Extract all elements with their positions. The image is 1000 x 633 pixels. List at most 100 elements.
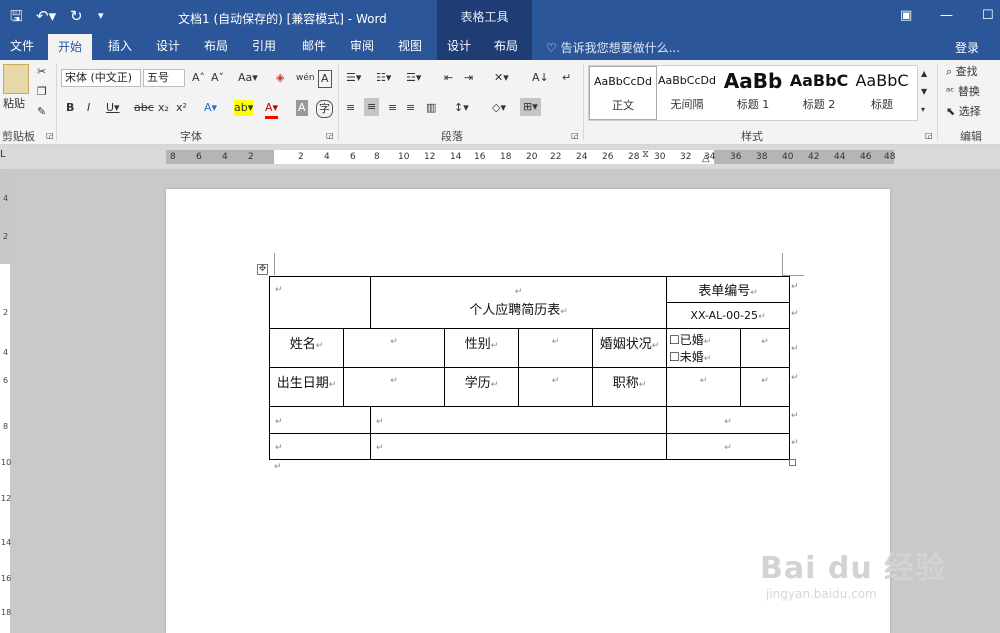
table-cell[interactable]: ↵ [740, 367, 791, 407]
styles-launcher-icon[interactable]: ◲ [925, 128, 933, 144]
gender-value-cell[interactable]: ↵ [518, 328, 594, 368]
form-number-value-cell[interactable]: XX-AL-00-25↵ [666, 302, 791, 329]
find-button[interactable]: ⌕ 查找 [946, 64, 978, 80]
format-painter-icon[interactable]: ✎ [37, 104, 46, 120]
increase-indent-icon[interactable]: ⇥ [464, 70, 473, 86]
title-label-cell[interactable]: 职称↵ [592, 367, 668, 407]
tab-selector-icon[interactable]: L [0, 149, 10, 161]
styles-scroll-down-icon[interactable]: ▼ [921, 84, 927, 100]
text-effects-icon[interactable]: A▾ [204, 100, 217, 116]
paste-button-label[interactable]: 粘贴 [3, 96, 25, 112]
tab-review[interactable]: 审阅 [340, 34, 384, 60]
marital-value-cell[interactable]: ↵ [740, 328, 791, 368]
numbering-icon[interactable]: ☷▾ [376, 70, 391, 86]
single-checkbox[interactable]: ☐未婚↵ [669, 348, 740, 365]
tab-insert[interactable]: 插入 [98, 34, 142, 60]
tab-table-design[interactable]: 设计 [437, 34, 484, 60]
align-center-icon[interactable]: ≡ [364, 98, 380, 116]
tab-mailings[interactable]: 邮件 [292, 34, 336, 60]
horizontal-ruler[interactable]: 8 6 4 2 2 4 6 8 10 12 14 16 18 20 22 24 … [166, 148, 895, 166]
clipboard-launcher-icon[interactable]: ◲ [46, 128, 54, 144]
borders-icon[interactable]: ⊞▾ [520, 98, 541, 116]
styles-scroll-up-icon[interactable]: ▲ [921, 66, 927, 82]
multilevel-list-icon[interactable]: ☲▾ [406, 70, 421, 86]
table-resize-handle[interactable] [789, 459, 796, 466]
gender-label-cell[interactable]: 性别↵ [444, 328, 520, 368]
married-checkbox[interactable]: ☐已婚↵ [669, 331, 740, 348]
title-value-cell[interactable]: ↵ [666, 367, 742, 407]
copy-icon[interactable]: ❐ [37, 84, 47, 100]
decrease-indent-icon[interactable]: ⇤ [444, 70, 453, 86]
customize-quick-access-icon[interactable]: ▾ [98, 7, 104, 25]
form-number-label-cell[interactable]: 表单编号↵ [666, 276, 791, 303]
align-right-icon[interactable]: ≡ [388, 100, 397, 116]
asian-layout-icon[interactable]: ✕▾ [494, 70, 509, 86]
name-value-cell[interactable]: ↵ [342, 328, 446, 368]
save-icon[interactable]: 🖫 [10, 7, 23, 25]
tab-view[interactable]: 视图 [388, 34, 432, 60]
font-color-icon[interactable]: A▾ [265, 100, 279, 119]
undo-icon[interactable]: ↶▾ [36, 7, 56, 25]
marital-label-cell[interactable]: 婚姻状况↵ [592, 328, 668, 368]
table-cell[interactable]: ↵ [268, 276, 372, 329]
vertical-ruler[interactable]: 4 2 2 4 6 8 10 12 14 16 18 [0, 172, 11, 633]
redo-icon[interactable]: ↻ [70, 7, 83, 25]
replace-button[interactable]: ᵃᶜ 替换 [946, 84, 980, 100]
character-shading-icon[interactable]: A [296, 100, 308, 116]
grow-font-icon[interactable]: A˄ [192, 70, 205, 86]
style-heading-2[interactable]: AaBbC 标题 2 [785, 66, 853, 120]
styles-more-icon[interactable]: ▾ [921, 102, 925, 118]
tell-me-search[interactable]: ♡ 告诉我您想要做什么... [546, 39, 680, 56]
maximize-icon[interactable]: ☐ [982, 8, 994, 23]
table-cell[interactable]: ↵ [268, 406, 372, 434]
form-title-cell[interactable]: ↵ 个人应聘简历表↵ [370, 276, 668, 329]
paragraph-launcher-icon[interactable]: ◲ [571, 128, 579, 144]
table-move-handle-icon[interactable]: ✥ [257, 264, 268, 275]
line-spacing-icon[interactable]: ↕▾ [454, 100, 469, 116]
shading-icon[interactable]: ◇▾ [492, 100, 506, 116]
font-name-dropdown[interactable]: 宋体 (中文正) [61, 69, 141, 87]
character-border-icon[interactable]: A [318, 70, 332, 88]
underline-icon[interactable]: U▾ [106, 100, 120, 116]
cut-icon[interactable]: ✂ [37, 64, 46, 80]
tab-references[interactable]: 引用 [242, 34, 286, 60]
highlight-color-icon[interactable]: ab▾ [234, 100, 254, 116]
bullets-icon[interactable]: ☰▾ [346, 70, 361, 86]
table-cell[interactable]: ↵ [666, 433, 791, 460]
distributed-icon[interactable]: ▥ [426, 100, 436, 116]
style-no-spacing[interactable]: AaBbCcDd 无间隔 [653, 66, 721, 120]
strikethrough-icon[interactable]: abc [134, 100, 154, 116]
font-size-dropdown[interactable]: 五号 [143, 69, 185, 87]
ribbon-display-options-icon[interactable]: ▣ [900, 8, 912, 23]
superscript-icon[interactable]: x² [176, 100, 187, 116]
font-launcher-icon[interactable]: ◲ [326, 128, 334, 144]
change-case-icon[interactable]: Aa▾ [238, 70, 258, 86]
align-left-icon[interactable]: ≡ [346, 100, 355, 116]
login-link[interactable]: 登录 [955, 39, 979, 56]
bold-icon[interactable]: B [66, 100, 74, 116]
table-cell[interactable]: ↵ [268, 433, 372, 460]
shrink-font-icon[interactable]: A˅ [211, 70, 224, 86]
tab-table-layout[interactable]: 布局 [484, 34, 532, 60]
birth-value-cell[interactable]: ↵ [342, 367, 446, 407]
enclose-characters-icon[interactable]: 字 [316, 100, 333, 118]
justify-icon[interactable]: ≡ [406, 100, 415, 116]
style-heading-1[interactable]: AaBb 标题 1 [719, 66, 787, 120]
right-indent-marker-icon[interactable]: △ [702, 152, 710, 166]
table-cell[interactable]: ↵ [370, 433, 668, 460]
table-cell[interactable]: ↵ [666, 406, 791, 434]
tab-file[interactable]: 文件 [0, 34, 44, 60]
education-value-cell[interactable]: ↵ [518, 367, 594, 407]
clear-formatting-icon[interactable]: ◈ [276, 70, 284, 86]
marital-options-cell[interactable]: ☐已婚↵ ☐未婚↵ [666, 328, 742, 368]
table-cell[interactable]: ↵ [370, 406, 668, 434]
paste-icon[interactable] [3, 64, 29, 94]
show-formatting-marks-icon[interactable]: ↵ [562, 70, 571, 86]
sort-icon[interactable]: A↓ [532, 70, 549, 86]
italic-icon[interactable]: I [87, 100, 90, 116]
minimize-icon[interactable]: — [940, 8, 953, 23]
subscript-icon[interactable]: x₂ [158, 100, 169, 116]
tab-home[interactable]: 开始 [48, 34, 93, 60]
birth-label-cell[interactable]: 出生日期↵ [269, 367, 344, 407]
first-line-indent-marker-icon[interactable]: ⧖ [642, 148, 649, 162]
